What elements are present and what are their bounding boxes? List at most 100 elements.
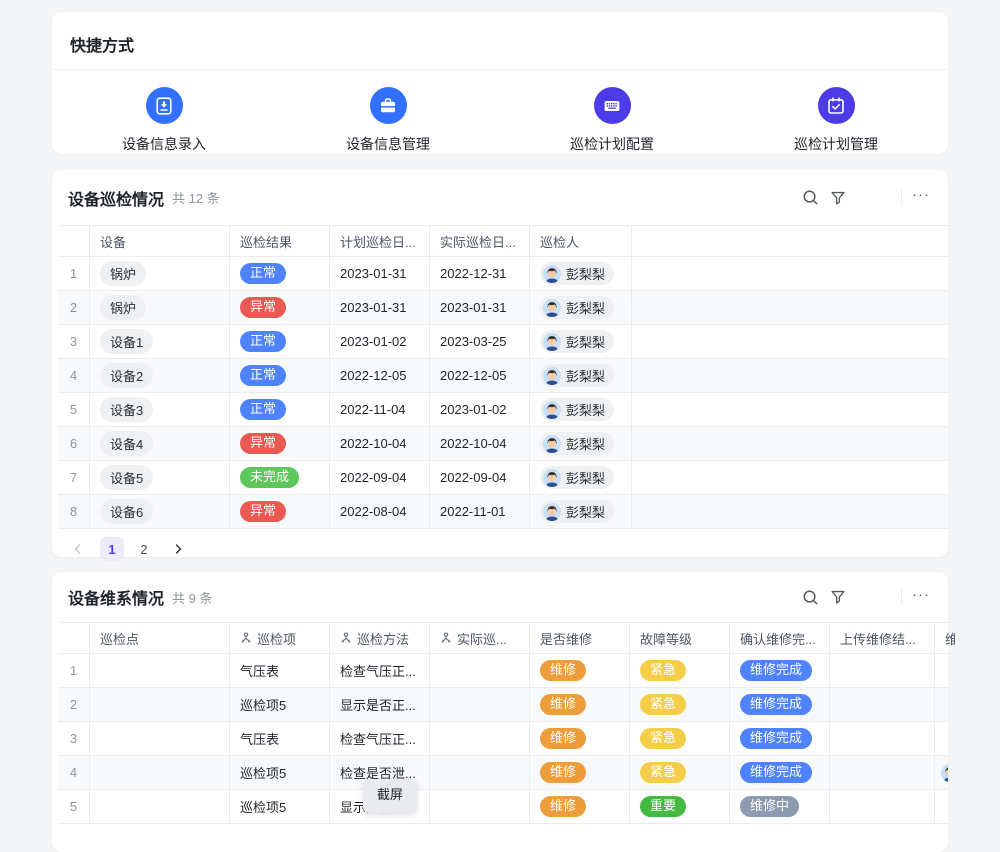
point-cell[interactable]: [90, 722, 230, 756]
severity-cell[interactable]: 紧急: [630, 654, 730, 688]
plan-date-cell[interactable]: 2022-10-04: [330, 427, 430, 461]
worker-cell[interactable]: [935, 756, 948, 790]
maintenance-column-header[interactable]: 巡检方法: [330, 623, 430, 654]
result-cell[interactable]: 异常: [230, 427, 330, 461]
table-row[interactable]: 2巡检项5显示是否正...维修紧急维修完成: [58, 688, 948, 722]
point-cell[interactable]: [90, 756, 230, 790]
inspector-cell[interactable]: 彭梨梨: [530, 359, 632, 393]
severity-cell[interactable]: 紧急: [630, 756, 730, 790]
inspector-cell[interactable]: 彭梨梨: [530, 325, 632, 359]
maintenance-column-header[interactable]: 维修人: [935, 623, 955, 654]
inspector-cell[interactable]: 彭梨梨: [530, 461, 632, 495]
device-cell[interactable]: 设备1: [90, 325, 230, 359]
page-number-1[interactable]: 1: [100, 537, 124, 561]
actual-date-cell[interactable]: 2022-12-31: [430, 257, 530, 291]
shortcut-item-4[interactable]: 巡检计划管理: [724, 87, 948, 154]
inspection-column-header[interactable]: 设备: [90, 226, 230, 257]
actual-cell[interactable]: [430, 756, 530, 790]
person-chip[interactable]: 彭梨梨: [540, 398, 614, 421]
status-badge[interactable]: 异常: [240, 501, 286, 522]
severity-badge[interactable]: 重要: [640, 796, 686, 817]
actual-date-cell[interactable]: 2023-01-02: [430, 393, 530, 427]
actual-date-cell[interactable]: 2022-11-01: [430, 495, 530, 529]
plan-date-cell[interactable]: 2022-09-04: [330, 461, 430, 495]
actual-date-cell[interactable]: 2022-09-04: [430, 461, 530, 495]
confirm-cell[interactable]: 维修完成: [730, 654, 830, 688]
upload-cell[interactable]: [830, 790, 935, 824]
maintenance-column-header[interactable]: 巡检点: [90, 623, 230, 654]
actual-cell[interactable]: [430, 790, 530, 824]
maintenance-column-header[interactable]: 故障等级: [630, 623, 730, 654]
search-icon[interactable]: [796, 184, 824, 212]
device-cell[interactable]: 设备3: [90, 393, 230, 427]
actual-cell[interactable]: [430, 654, 530, 688]
status-badge[interactable]: 异常: [240, 433, 286, 454]
confirm-badge[interactable]: 维修完成: [740, 762, 812, 783]
point-cell[interactable]: [90, 654, 230, 688]
device-cell[interactable]: 设备4: [90, 427, 230, 461]
confirm-badge[interactable]: 维修完成: [740, 728, 812, 749]
person-chip[interactable]: 彭梨梨: [540, 432, 614, 455]
severity-badge[interactable]: 紧急: [640, 660, 686, 681]
table-row[interactable]: 7设备5未完成2022-09-042022-09-04彭梨梨: [58, 461, 948, 495]
confirm-badge[interactable]: 维修完成: [740, 694, 812, 715]
severity-cell[interactable]: 紧急: [630, 688, 730, 722]
add-record-button[interactable]: [860, 582, 891, 613]
plan-date-cell[interactable]: 2022-08-04: [330, 495, 430, 529]
device-tag[interactable]: 锅炉: [100, 261, 146, 286]
worker-cell[interactable]: [935, 654, 948, 688]
chevron-right-icon[interactable]: [168, 537, 188, 561]
device-cell[interactable]: 锅炉: [90, 291, 230, 325]
inspector-cell[interactable]: 彭梨梨: [530, 257, 632, 291]
inspector-cell[interactable]: 彭梨梨: [530, 291, 632, 325]
maintenance-column-header[interactable]: 确认维修完...: [730, 623, 830, 654]
inspector-cell[interactable]: 彭梨梨: [530, 495, 632, 529]
more-icon[interactable]: ···: [902, 186, 932, 209]
add-record-button[interactable]: [860, 182, 891, 213]
more-icon[interactable]: ···: [902, 586, 932, 609]
worker-cell[interactable]: [935, 722, 948, 756]
repair-cell[interactable]: 维修: [530, 654, 630, 688]
item-cell[interactable]: 气压表: [230, 722, 330, 756]
upload-cell[interactable]: [830, 722, 935, 756]
plan-date-cell[interactable]: 2022-12-05: [330, 359, 430, 393]
page-number-2[interactable]: 2: [132, 537, 156, 561]
actual-date-cell[interactable]: 2023-01-31: [430, 291, 530, 325]
device-cell[interactable]: 设备5: [90, 461, 230, 495]
person-chip[interactable]: 彭梨梨: [540, 364, 614, 387]
table-row[interactable]: 5设备3正常2022-11-042023-01-02彭梨梨: [58, 393, 948, 427]
table-row[interactable]: 4巡检项5检查是否泄...维修紧急维修完成: [58, 756, 948, 790]
person-chip[interactable]: 彭梨梨: [540, 500, 614, 523]
method-cell[interactable]: 显示是否正...: [330, 688, 430, 722]
inspection-column-header[interactable]: 巡检结果: [230, 226, 330, 257]
filter-icon[interactable]: [824, 583, 852, 611]
search-icon[interactable]: [796, 583, 824, 611]
plan-date-cell[interactable]: 2023-01-31: [330, 257, 430, 291]
repair-cell[interactable]: 维修: [530, 790, 630, 824]
maintenance-column-header[interactable]: 巡检项: [230, 623, 330, 654]
device-cell[interactable]: 设备2: [90, 359, 230, 393]
severity-badge[interactable]: 紧急: [640, 728, 686, 749]
actual-date-cell[interactable]: 2022-10-04: [430, 427, 530, 461]
item-cell[interactable]: 巡检项5: [230, 756, 330, 790]
filter-icon[interactable]: [824, 184, 852, 212]
repair-badge[interactable]: 维修: [540, 762, 586, 783]
device-cell[interactable]: 锅炉: [90, 257, 230, 291]
repair-cell[interactable]: 维修: [530, 688, 630, 722]
person-chip[interactable]: 彭梨梨: [540, 466, 614, 489]
device-tag[interactable]: 设备1: [100, 329, 153, 354]
repair-badge[interactable]: 维修: [540, 694, 586, 715]
table-row[interactable]: 1锅炉正常2023-01-312022-12-31彭梨梨: [58, 257, 948, 291]
worker-cell[interactable]: [935, 790, 948, 824]
repair-badge[interactable]: 维修: [540, 728, 586, 749]
plan-date-cell[interactable]: 2023-01-31: [330, 291, 430, 325]
severity-cell[interactable]: 重要: [630, 790, 730, 824]
status-badge[interactable]: 正常: [240, 365, 286, 386]
status-badge[interactable]: 未完成: [240, 467, 299, 488]
table-row[interactable]: 4设备2正常2022-12-052022-12-05彭梨梨: [58, 359, 948, 393]
confirm-cell[interactable]: 维修完成: [730, 756, 830, 790]
item-cell[interactable]: 气压表: [230, 654, 330, 688]
point-cell[interactable]: [90, 688, 230, 722]
worker-cell[interactable]: [935, 688, 948, 722]
status-badge[interactable]: 异常: [240, 297, 286, 318]
